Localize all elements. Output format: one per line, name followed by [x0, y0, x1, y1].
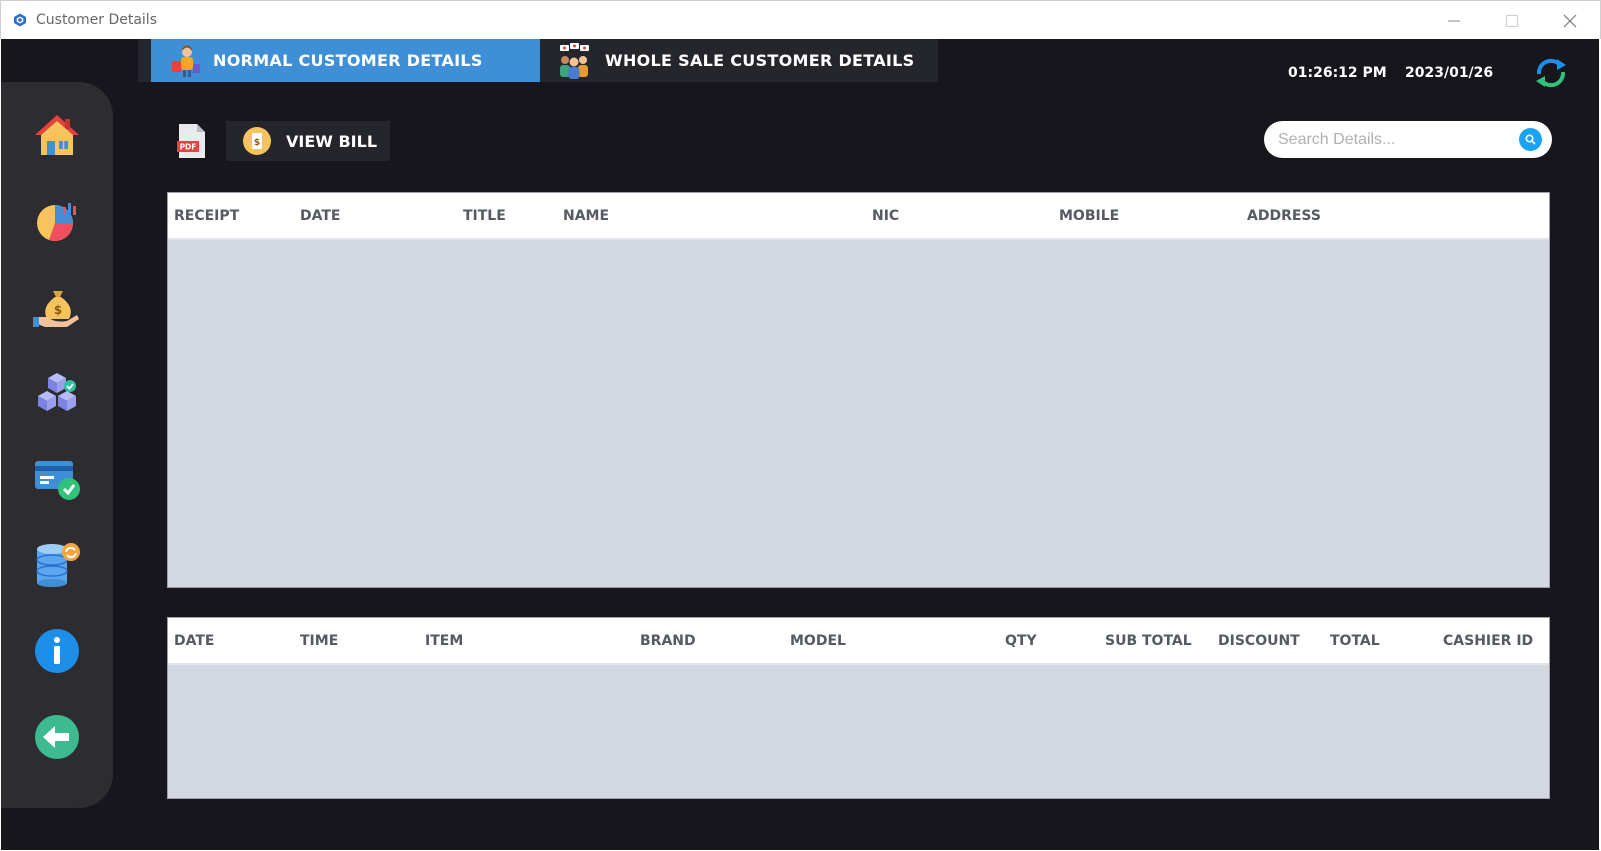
- search-input[interactable]: [1278, 127, 1508, 152]
- sidebar-item-home[interactable]: [31, 109, 83, 161]
- items-table-header: DATE TIME ITEM BRAND MODEL QTY SUB TOTAL…: [168, 618, 1549, 665]
- close-button[interactable]: [1541, 1, 1599, 40]
- home-icon: [35, 115, 79, 155]
- tab-normal-label: NORMAL CUSTOMER DETAILS: [213, 51, 483, 70]
- maximize-icon: [1506, 14, 1518, 27]
- column-header-brand[interactable]: BRAND: [640, 633, 696, 649]
- column-header-nic[interactable]: NIC: [872, 208, 899, 224]
- tab-wholesale-customer-details[interactable]: WHOLE SALE CUSTOMER DETAILS: [540, 39, 938, 82]
- window-titlebar: Customer Details: [0, 0, 1601, 39]
- window-title: Customer Details: [36, 12, 157, 28]
- view-bill-button[interactable]: $ VIEW BILL: [226, 121, 390, 161]
- column-header-item[interactable]: ITEM: [425, 633, 463, 649]
- sidebar-item-payments[interactable]: [31, 453, 83, 505]
- column-header-address[interactable]: ADDRESS: [1247, 208, 1321, 224]
- pie-chart-icon: [37, 203, 76, 242]
- current-date: 2023/01/26: [1405, 65, 1494, 81]
- sidebar-item-database[interactable]: [31, 539, 83, 591]
- export-pdf-button[interactable]: PDF: [177, 124, 207, 158]
- svg-text:$: $: [254, 138, 260, 148]
- refresh-button[interactable]: [1533, 56, 1569, 90]
- cubes-icon: [38, 373, 76, 411]
- column-header-name[interactable]: NAME: [563, 208, 609, 224]
- sidebar-item-back[interactable]: [31, 711, 83, 763]
- sidebar-item-about[interactable]: [31, 625, 83, 677]
- info-icon: [35, 629, 79, 673]
- column-header-date[interactable]: DATE: [300, 208, 340, 224]
- view-bill-label: VIEW BILL: [286, 131, 378, 151]
- app-content: NORMAL CUSTOMER DETAILS WHOLE SALE CUSTO…: [1, 39, 1599, 850]
- tab-wholesale-label: WHOLE SALE CUSTOMER DETAILS: [605, 51, 915, 70]
- sidebar: $: [1, 82, 113, 808]
- column-header-receipt[interactable]: RECEIPT: [174, 208, 239, 224]
- minimize-icon: [1448, 20, 1460, 21]
- shopper-icon: [172, 45, 200, 77]
- column-header-mobile[interactable]: MOBILE: [1059, 208, 1119, 224]
- app-logo-icon: [14, 13, 26, 27]
- column-header-model[interactable]: MODEL: [790, 633, 846, 649]
- maximize-button[interactable]: [1483, 1, 1541, 40]
- customers-group-icon: [560, 43, 589, 79]
- pdf-label: PDF: [180, 143, 197, 152]
- money-bag-icon: $: [33, 291, 79, 327]
- sidebar-item-finance[interactable]: $: [31, 281, 83, 333]
- sidebar-item-reports[interactable]: [31, 195, 83, 247]
- minimize-button[interactable]: [1425, 1, 1483, 40]
- column-header-discount[interactable]: DISCOUNT: [1218, 633, 1300, 649]
- sidebar-item-inventory[interactable]: [31, 367, 83, 419]
- current-time: 01:26:12 PM: [1288, 65, 1387, 81]
- card-check-icon: [35, 461, 80, 500]
- column-header-sub-total[interactable]: SUB TOTAL: [1105, 633, 1192, 649]
- svg-text:$: $: [54, 303, 62, 317]
- search-icon: [1525, 134, 1536, 145]
- column-header-qty[interactable]: QTY: [1005, 633, 1037, 649]
- pdf-file-icon: PDF: [177, 124, 205, 158]
- back-arrow-icon: [35, 715, 79, 759]
- column-header-total[interactable]: TOTAL: [1330, 633, 1380, 649]
- customer-table-header: RECEIPT DATE TITLE NAME NIC MOBILE ADDRE…: [168, 193, 1549, 240]
- close-icon: [1563, 14, 1577, 27]
- tab-normal-customer-details[interactable]: NORMAL CUSTOMER DETAILS: [151, 39, 540, 82]
- customer-table: RECEIPT DATE TITLE NAME NIC MOBILE ADDRE…: [167, 192, 1550, 588]
- column-header-date[interactable]: DATE: [174, 633, 214, 649]
- refresh-icon: [1536, 58, 1566, 88]
- column-header-cashier-id[interactable]: CASHIER ID: [1443, 633, 1533, 649]
- column-header-title[interactable]: TITLE: [463, 208, 506, 224]
- database-icon: [36, 543, 80, 587]
- column-header-time[interactable]: TIME: [300, 633, 338, 649]
- bill-icon: $: [243, 127, 271, 155]
- search-box: [1264, 121, 1552, 158]
- items-table: DATE TIME ITEM BRAND MODEL QTY SUB TOTAL…: [167, 617, 1550, 799]
- search-button[interactable]: [1519, 128, 1542, 151]
